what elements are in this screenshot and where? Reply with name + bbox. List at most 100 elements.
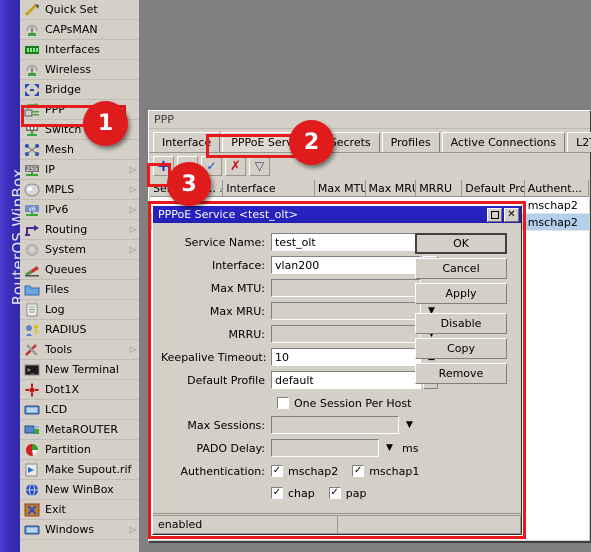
mrru-input[interactable] bbox=[271, 325, 421, 343]
monitor-icon bbox=[24, 523, 40, 537]
ppp-tab-bar: Interface PPPoE Servers Secrets Profiles Act… bbox=[149, 129, 591, 153]
sidebar-item-windows[interactable]: Windows bbox=[20, 520, 139, 540]
tab-l2tp-secrets[interactable]: L2TP Secrets bbox=[567, 132, 591, 152]
table-column-header[interactable]: Authent... bbox=[525, 180, 589, 196]
chevron-right-icon bbox=[127, 165, 139, 174]
sidebar-item-label: New WinBox bbox=[45, 483, 114, 496]
status-secondary-cell bbox=[338, 514, 521, 534]
default-profile-label: Default Profile bbox=[187, 373, 265, 387]
max-sessions-dropdown-icon[interactable]: ▼ bbox=[401, 416, 418, 434]
sidebar-item-partition[interactable]: Partition bbox=[20, 440, 139, 460]
sidebar-item-label: Exit bbox=[45, 503, 66, 516]
sidebar-item-metarouter[interactable]: MetaROUTER bbox=[20, 420, 139, 440]
close-icon[interactable]: ✕ bbox=[504, 207, 519, 222]
one-session-per-host-row: One Session Per Host bbox=[153, 392, 521, 414]
sidebar-item-make-supout-rif[interactable]: Make Supout.rif bbox=[20, 460, 139, 480]
mrru-label: MRRU: bbox=[228, 327, 265, 341]
auth-chap-checkbox[interactable]: ✓ bbox=[271, 487, 283, 499]
mpls-icon bbox=[24, 183, 40, 197]
remove-button[interactable]: Remove bbox=[415, 363, 507, 384]
sidebar-item-bridge[interactable]: Bridge bbox=[20, 80, 139, 100]
radius-key-icon bbox=[24, 323, 40, 337]
dialog-titlebar: PPPoE Service <test_olt> ✕ bbox=[153, 206, 521, 223]
pado-delay-input[interactable] bbox=[271, 439, 379, 457]
table-column-header[interactable]: Max MRU bbox=[366, 180, 417, 196]
dialog-action-buttons: OK Cancel Apply Disable Copy Remove bbox=[415, 233, 507, 388]
table-cell-authentication: mschap2 bbox=[527, 198, 578, 212]
cancel-button[interactable]: Cancel bbox=[415, 258, 507, 279]
sidebar-item-routing[interactable]: Routing bbox=[20, 220, 139, 240]
sidebar-item-label: RADIUS bbox=[45, 323, 87, 336]
sidebar-item-files[interactable]: Files bbox=[20, 280, 139, 300]
pado-delay-dropdown-icon[interactable]: ▼ bbox=[381, 439, 398, 457]
disable-button[interactable]: Disable bbox=[415, 313, 507, 334]
sidebar-item-log[interactable]: Log bbox=[20, 300, 139, 320]
table-column-header[interactable]: Max MTU bbox=[315, 180, 366, 196]
sidebar-item-queues[interactable]: Queues bbox=[20, 260, 139, 280]
sidebar-item-system[interactable]: System bbox=[20, 240, 139, 260]
max-sessions-input[interactable] bbox=[271, 416, 399, 434]
svg-text:v6: v6 bbox=[28, 206, 36, 213]
bridge-icon bbox=[24, 83, 40, 97]
one-session-per-host-label: One Session Per Host bbox=[294, 396, 412, 410]
sidebar-item-label: Tools bbox=[45, 343, 73, 356]
default-profile-input[interactable]: default bbox=[271, 371, 421, 389]
interface-input[interactable]: vlan200 bbox=[271, 256, 421, 274]
max-mru-input[interactable] bbox=[271, 302, 421, 320]
sidebar-item-label: New Terminal bbox=[45, 363, 119, 376]
sidebar-item-label: Dot1X bbox=[45, 383, 80, 396]
sidebar-item-wireless[interactable]: Wireless bbox=[20, 60, 139, 80]
chevron-right-icon bbox=[127, 205, 139, 214]
ppp-window-titlebar: PPP bbox=[149, 111, 590, 129]
service-name-input[interactable]: test_olt bbox=[271, 233, 421, 251]
sidebar-item-mpls[interactable]: MPLS bbox=[20, 180, 139, 200]
copy-button[interactable]: Copy bbox=[415, 338, 507, 359]
winbox-vertical-title: RouterOS WinBox bbox=[9, 168, 20, 306]
disable-button[interactable]: ✗ bbox=[225, 156, 246, 176]
sidebar-item-capsman[interactable]: CAPsMAN bbox=[20, 20, 139, 40]
filter-button[interactable]: ▽ bbox=[249, 156, 270, 176]
max-mtu-label: Max MTU: bbox=[210, 281, 265, 295]
apply-button[interactable]: Apply bbox=[415, 283, 507, 304]
tab-profiles[interactable]: Profiles bbox=[381, 132, 440, 152]
table-column-header[interactable]: Interface bbox=[223, 180, 315, 196]
maximize-icon[interactable] bbox=[487, 207, 502, 222]
table-column-header[interactable]: MRRU bbox=[416, 180, 463, 196]
sidebar-item-tools[interactable]: Tools bbox=[20, 340, 139, 360]
sidebar-item-label: System bbox=[45, 243, 87, 256]
auth-mschap2-checkbox[interactable]: ✓ bbox=[271, 465, 283, 477]
keepalive-timeout-label: Keepalive Timeout: bbox=[161, 350, 267, 364]
max-mtu-input[interactable] bbox=[271, 279, 421, 297]
sidebar-item-label: CAPsMAN bbox=[45, 23, 98, 36]
auth-mschap1-checkbox[interactable]: ✓ bbox=[352, 465, 365, 477]
sidebar-item-new-winbox[interactable]: New WinBox bbox=[20, 480, 139, 500]
folder-icon bbox=[24, 283, 40, 297]
ppp-icon bbox=[24, 102, 40, 117]
sidebar-item-new-terminal[interactable]: >_ New Terminal bbox=[20, 360, 139, 380]
keepalive-timeout-input[interactable]: 10 bbox=[271, 348, 421, 366]
sidebar-item-label: Log bbox=[45, 303, 65, 316]
annotation-badge-1: 1 bbox=[83, 101, 128, 146]
sidebar-item-interfaces[interactable]: Interfaces bbox=[20, 40, 139, 60]
winbox-globe-icon bbox=[24, 483, 40, 497]
dialog-status-bar: enabled bbox=[153, 513, 521, 534]
sidebar-item-mesh[interactable]: Mesh bbox=[20, 140, 139, 160]
sidebar-item-dot1x[interactable]: Dot1X bbox=[20, 380, 139, 400]
sidebar-item-ipv6[interactable]: v6 IPv6 bbox=[20, 200, 139, 220]
sidebar-item-lcd[interactable]: LCD bbox=[20, 400, 139, 420]
tab-active-connections[interactable]: Active Connections bbox=[441, 132, 566, 152]
svg-text:255: 255 bbox=[26, 166, 38, 173]
switch-icon bbox=[24, 123, 40, 137]
interface-label: Interface: bbox=[212, 258, 265, 272]
one-session-per-host-checkbox[interactable] bbox=[277, 397, 289, 409]
auth-pap-checkbox[interactable]: ✓ bbox=[328, 487, 341, 499]
sidebar-item-ip[interactable]: 255 IP bbox=[20, 160, 139, 180]
sidebar-item-exit[interactable]: Exit bbox=[20, 500, 139, 520]
sidebar-item-label: MetaROUTER bbox=[45, 423, 118, 436]
terminal-icon: >_ bbox=[24, 363, 40, 377]
sidebar-item-radius[interactable]: RADIUS bbox=[20, 320, 139, 340]
sidebar-item-quick-set[interactable]: Quick Set bbox=[20, 0, 139, 20]
ok-button[interactable]: OK bbox=[415, 233, 507, 254]
table-column-header[interactable]: Default Pro... bbox=[462, 180, 525, 196]
tab-interface[interactable]: Interface bbox=[153, 132, 221, 152]
